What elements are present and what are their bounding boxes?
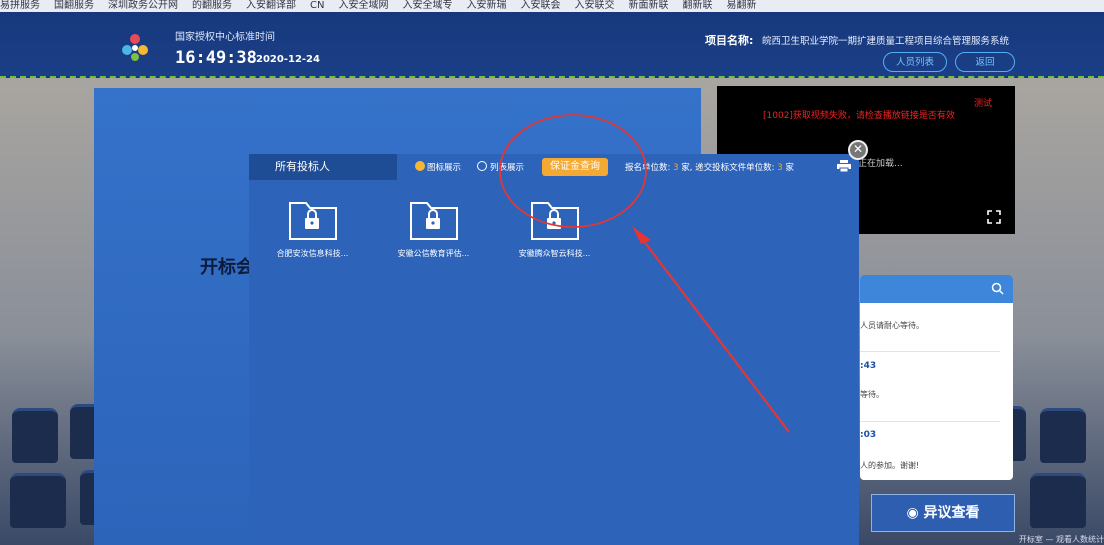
- logo-icon: [122, 34, 148, 61]
- close-button[interactable]: ✕: [848, 140, 868, 160]
- tab-all-bidders[interactable]: 所有投标人: [249, 154, 397, 180]
- bottom-status-text: 开标室 — 观看人数统计: [1018, 535, 1104, 544]
- bookmark-item[interactable]: 深圳政务公开网: [108, 0, 178, 11]
- bookmarks-bar: 易拼服务 国翻服务 深圳政务公开网 的翻服务 入安翻译部 CN 入安全域网 入安全域专 入安新瑞…: [0, 0, 1104, 12]
- chat-header: [860, 275, 1013, 303]
- bookmark-item[interactable]: 入安全域专: [402, 0, 452, 11]
- seat: [12, 408, 58, 463]
- bookmark-item[interactable]: CN: [310, 0, 324, 11]
- bookmark-item[interactable]: 翻新联: [682, 0, 712, 11]
- bookmark-item[interactable]: 国翻服务: [54, 0, 94, 11]
- people-list-button[interactable]: 人员列表: [883, 52, 947, 72]
- stage-title: 开标会: [200, 257, 254, 278]
- count-mid: 家, 递交投标文件单位数:: [681, 163, 775, 173]
- video-loading-text: 正在加载...: [858, 159, 903, 169]
- deposit-query-button[interactable]: 保证金查询: [542, 158, 608, 176]
- bidder-name: 安徽公信教育评估...: [397, 249, 470, 258]
- bookmark-list: 易拼服务 国翻服务 深圳政务公开网 的翻服务 入安翻译部 CN 入安全域网 入安全域专 入安新瑞…: [0, 0, 770, 11]
- list-view-label[interactable]: 列表展示: [490, 161, 524, 173]
- bookmark-item[interactable]: 的翻服务: [192, 0, 232, 11]
- back-button[interactable]: 返回: [955, 52, 1015, 72]
- bookmark-item[interactable]: 入安联会: [520, 0, 560, 11]
- divider: [860, 351, 1000, 352]
- project-label: 项目名称:: [705, 34, 754, 47]
- fullscreen-icon[interactable]: [987, 210, 1001, 224]
- chat-message: 人员请耐心等待。: [860, 321, 924, 330]
- clock: 16:49:38: [175, 48, 257, 68]
- time-label: 国家授权中心标准时间: [175, 32, 275, 43]
- locked-folder-icon: [288, 202, 337, 240]
- registered-count: 3: [673, 163, 679, 173]
- date: 2020-12-24: [256, 54, 320, 65]
- chat-message: 人的参加。谢谢!: [860, 461, 920, 470]
- objection-view-button[interactable]: ◉ 异议查看: [871, 494, 1015, 532]
- bookmark-item[interactable]: 入安联交: [574, 0, 614, 11]
- search-icon[interactable]: [991, 282, 1004, 295]
- count-prefix: 报名单位数:: [625, 163, 671, 173]
- bidder-item[interactable]: 安徽公信教育评估...: [386, 199, 481, 259]
- chat-time: :43: [860, 361, 877, 371]
- video-error-text: [1002]获取视频失败，请检查播放链接是否有效: [763, 111, 955, 121]
- seat: [1030, 473, 1086, 528]
- bookmark-item[interactable]: 入安翻译部: [246, 0, 296, 11]
- header: 国家授权中心标准时间 16:49:38 2020-12-24 项目名称: 皖西卫…: [0, 12, 1104, 78]
- bookmark-item[interactable]: 易翻新: [726, 0, 756, 11]
- bookmark-item[interactable]: 易拼服务: [0, 0, 40, 11]
- locked-folder-icon: [530, 202, 579, 240]
- bidder-name: 合肥安汝信息科技...: [276, 249, 349, 258]
- radio-icon-view[interactable]: [415, 161, 425, 171]
- chat-message: 等待。: [860, 390, 884, 399]
- bookmark-item[interactable]: 入安新瑞: [466, 0, 506, 11]
- bidder-name: 安徽腾众智云科技...: [518, 249, 591, 258]
- count-summary: 报名单位数: 3 家, 递交投标文件单位数: 3 家: [625, 161, 794, 173]
- radio-list-view[interactable]: [477, 161, 487, 171]
- bidder-item[interactable]: 合肥安汝信息科技...: [265, 199, 360, 259]
- submitted-count: 3: [777, 163, 783, 173]
- chat-panel: 人员请耐心等待。 :43 等待。 :03 人的参加。谢谢!: [860, 275, 1013, 480]
- bookmark-item[interactable]: 入安全域网: [338, 0, 388, 11]
- chat-time: :03: [860, 430, 877, 440]
- icon-view-label[interactable]: 图标展示: [427, 161, 461, 173]
- objection-label: 异议查看: [923, 505, 980, 521]
- divider: [860, 421, 1000, 422]
- video-test-label: 测试: [973, 99, 992, 109]
- print-icon[interactable]: [837, 160, 851, 172]
- locked-folder-icon: [409, 202, 458, 240]
- bidders-modal: 所有投标人 图标展示 列表展示 保证金查询 报名单位数: 3 家, 递交投标文件…: [249, 140, 868, 545]
- project-name: 皖西卫生职业学院一期扩建质量工程项目综合管理服务系统: [762, 36, 1010, 47]
- bookmark-item[interactable]: 新面新联: [628, 0, 668, 11]
- seat: [1040, 408, 1086, 463]
- count-suffix: 家: [785, 163, 794, 173]
- chat-bubble-icon: ◉: [906, 505, 924, 521]
- seat: [10, 473, 66, 528]
- bidder-item[interactable]: 安徽腾众智云科技...: [507, 199, 602, 259]
